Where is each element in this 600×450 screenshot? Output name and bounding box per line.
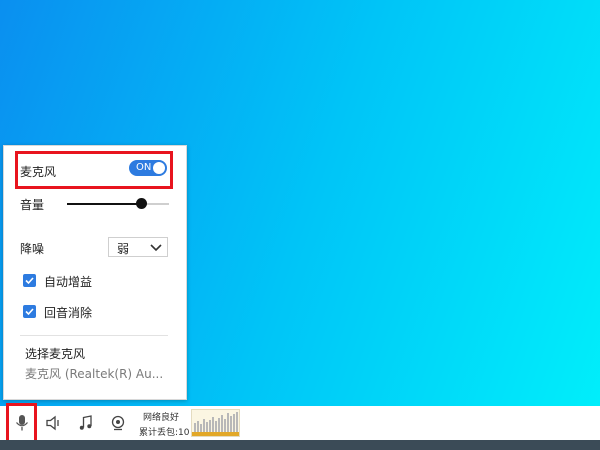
auto-gain-checkbox[interactable] [23,274,36,287]
network-graph-bars [192,412,239,436]
speaker-button[interactable] [41,410,67,436]
mic-toggle[interactable]: ON [129,160,167,176]
desktop-background: 麦克风 ON 音量 降噪 弱 自动增益 回音消除 选择麦克风 麦克风 (Real… [0,0,600,450]
volume-slider-handle[interactable] [136,198,147,209]
auto-gain-label: 自动增益 [44,275,93,289]
network-graph [191,409,240,437]
divider [20,335,168,336]
camera-button[interactable] [105,410,131,436]
volume-label: 音量 [20,198,45,212]
music-icon [79,415,92,430]
taskbar-strip [0,440,600,450]
mic-toggle-label: ON [136,162,152,173]
checkmark-icon [25,308,34,316]
microphone-settings-panel: 麦克风 ON 音量 降噪 弱 自动增益 回音消除 选择麦克风 麦克风 (Real… [3,145,187,400]
echo-cancel-label: 回音消除 [44,306,93,320]
bottom-toolbar: 网络良好 累计丢包:10 [0,406,600,440]
volume-slider[interactable] [67,198,169,209]
packet-loss: 累计丢包:10 [139,428,190,438]
toggle-knob [153,162,165,174]
mic-label: 麦克风 [20,165,57,179]
select-mic-label: 选择麦克风 [25,347,86,361]
network-status: 网络良好 [143,413,180,423]
echo-cancel-checkbox[interactable] [23,305,36,318]
speaker-icon [46,415,59,431]
camera-icon [111,415,125,431]
noise-reduction-select[interactable]: 弱 [108,237,168,257]
mic-button-highlight [6,403,37,444]
checkmark-icon [25,277,34,285]
volume-slider-fill [67,203,141,205]
music-button[interactable] [73,410,99,436]
chevron-down-icon [150,242,162,256]
noise-reduction-label: 降噪 [20,242,45,256]
noise-reduction-value: 弱 [117,242,130,256]
mic-device-select[interactable]: 麦克风 (Realtek(R) Au... [25,365,163,382]
